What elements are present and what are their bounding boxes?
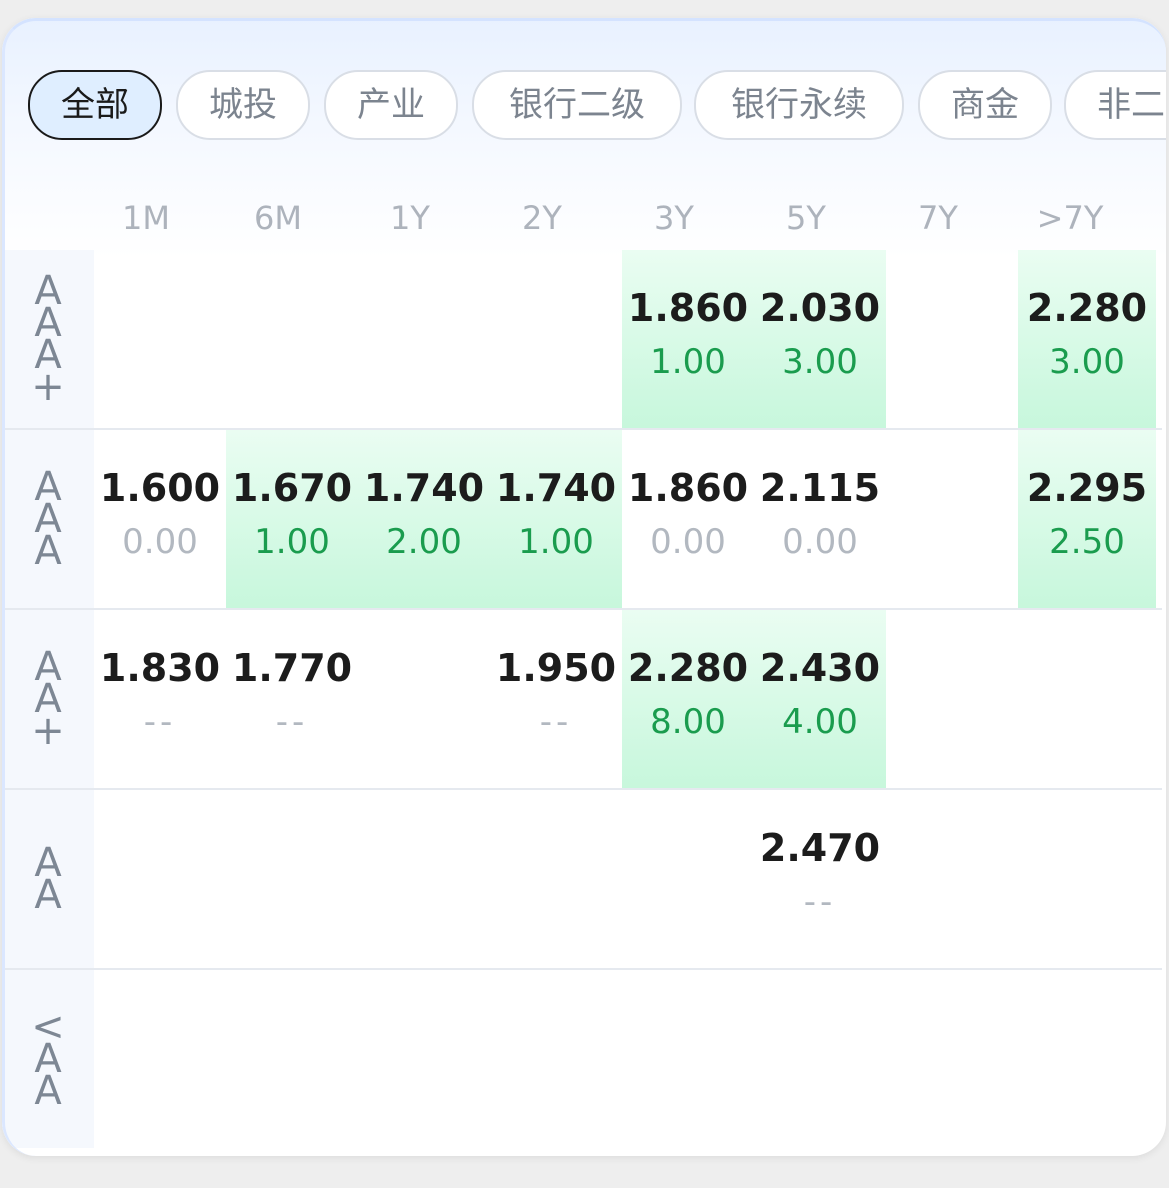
yield-rate: 1.860 bbox=[627, 466, 749, 510]
yield-cell bbox=[490, 250, 622, 428]
rating-label-text: A A bbox=[34, 840, 62, 918]
trade-volume: 3.00 bbox=[782, 342, 858, 382]
yield-cell[interactable]: 1.740 2.00 bbox=[358, 430, 490, 608]
yield-cell bbox=[490, 970, 622, 1148]
yield-rate: 2.295 bbox=[1026, 466, 1148, 510]
yield-cell bbox=[94, 250, 226, 428]
yield-cell bbox=[622, 790, 754, 968]
category-tabs: 全部 城投 产业 银行二级 银行永续 商金 非二 bbox=[28, 70, 1166, 140]
yield-cell bbox=[754, 970, 886, 1148]
trade-volume: 0.00 bbox=[782, 522, 858, 562]
tab-5[interactable]: 商金 bbox=[918, 70, 1052, 140]
yield-rate: 1.740 bbox=[363, 466, 485, 510]
yield-cell[interactable]: 2.430 4.00 bbox=[754, 610, 886, 788]
tab-2[interactable]: 产业 bbox=[324, 70, 458, 140]
column-header-0: 1M bbox=[122, 199, 170, 237]
yield-rate: 2.115 bbox=[759, 466, 881, 510]
yield-cell[interactable]: 1.860 0.00 bbox=[622, 430, 754, 608]
yield-rate: 1.860 bbox=[627, 286, 749, 330]
column-header-7: >7Y bbox=[1036, 199, 1104, 237]
yield-rate: 1.670 bbox=[231, 466, 353, 510]
rating-label: A A bbox=[2, 790, 94, 968]
yield-cell bbox=[886, 610, 1018, 788]
column-header-4: 3Y bbox=[654, 199, 694, 237]
yield-cell bbox=[94, 790, 226, 968]
column-header-2: 1Y bbox=[390, 199, 430, 237]
yield-cell bbox=[226, 250, 358, 428]
yield-rate: 2.280 bbox=[627, 646, 749, 690]
trade-volume: -- bbox=[803, 882, 837, 922]
yield-cell bbox=[358, 790, 490, 968]
rating-label-text: A A A bbox=[34, 464, 62, 574]
yield-cell[interactable]: 1.740 1.00 bbox=[490, 430, 622, 608]
yield-cell[interactable]: 1.600 0.00 bbox=[94, 430, 226, 608]
yield-cell bbox=[226, 790, 358, 968]
yield-cell[interactable]: 1.860 1.00 bbox=[622, 250, 754, 428]
trade-volume: 8.00 bbox=[650, 702, 726, 742]
yield-cell bbox=[886, 430, 1018, 608]
column-header-1: 6M bbox=[254, 199, 302, 237]
yield-rate: 2.430 bbox=[759, 646, 881, 690]
tab-4[interactable]: 银行永续 bbox=[694, 70, 904, 140]
yield-cell bbox=[886, 790, 1018, 968]
trade-volume: 1.00 bbox=[254, 522, 330, 562]
yield-cell[interactable]: 1.770 -- bbox=[226, 610, 358, 788]
yield-cell[interactable]: 2.295 2.50 bbox=[1018, 430, 1156, 608]
trade-volume: 1.00 bbox=[518, 522, 594, 562]
trade-volume: 2.50 bbox=[1049, 522, 1125, 562]
yield-cell[interactable]: 2.030 3.00 bbox=[754, 250, 886, 428]
yield-rate: 1.740 bbox=[495, 466, 617, 510]
yield-cell[interactable]: 1.830 -- bbox=[94, 610, 226, 788]
yield-cell bbox=[358, 970, 490, 1148]
yield-rate: 1.600 bbox=[99, 466, 221, 510]
rating-label-text: < A A bbox=[31, 1004, 65, 1114]
trade-volume: 3.00 bbox=[1049, 342, 1125, 382]
yield-cell[interactable]: 1.670 1.00 bbox=[226, 430, 358, 608]
trade-volume: 1.00 bbox=[650, 342, 726, 382]
trade-volume: -- bbox=[275, 702, 309, 742]
yield-cell bbox=[886, 250, 1018, 428]
yield-cell[interactable]: 2.280 3.00 bbox=[1018, 250, 1156, 428]
yield-cell bbox=[622, 970, 754, 1148]
yield-cell bbox=[886, 970, 1018, 1148]
trade-volume: -- bbox=[539, 702, 573, 742]
yield-rate: 2.030 bbox=[759, 286, 881, 330]
tab-0[interactable]: 全部 bbox=[28, 70, 162, 140]
rating-label: A A A bbox=[2, 430, 94, 608]
yield-rate: 1.830 bbox=[99, 646, 221, 690]
trade-volume: 0.00 bbox=[122, 522, 198, 562]
rating-label: < A A bbox=[2, 970, 94, 1148]
yield-cell[interactable]: 2.115 0.00 bbox=[754, 430, 886, 608]
yield-rate: 1.950 bbox=[495, 646, 617, 690]
yield-cell[interactable]: 2.280 8.00 bbox=[622, 610, 754, 788]
yield-rate: 2.280 bbox=[1026, 286, 1148, 330]
trade-volume: 0.00 bbox=[650, 522, 726, 562]
yield-cell[interactable]: 2.470 -- bbox=[754, 790, 886, 968]
yield-cell bbox=[94, 970, 226, 1148]
yield-cell bbox=[358, 610, 490, 788]
tab-6[interactable]: 非二 bbox=[1064, 70, 1166, 140]
trade-volume: 2.00 bbox=[386, 522, 462, 562]
yield-cell bbox=[490, 790, 622, 968]
yield-rate: 2.470 bbox=[759, 826, 881, 870]
tab-1[interactable]: 城投 bbox=[176, 70, 310, 140]
yield-cell bbox=[226, 970, 358, 1148]
column-header-3: 2Y bbox=[522, 199, 562, 237]
yield-cell bbox=[1018, 790, 1156, 968]
rating-label-text: A A + bbox=[31, 644, 65, 754]
trade-volume: -- bbox=[143, 702, 177, 742]
yield-cell bbox=[1018, 970, 1156, 1148]
rating-label: A A + bbox=[2, 610, 94, 788]
yield-cell bbox=[1018, 610, 1156, 788]
trade-volume: 4.00 bbox=[782, 702, 858, 742]
yield-cell bbox=[358, 250, 490, 428]
column-header-6: 7Y bbox=[918, 199, 958, 237]
rating-label: A A A + bbox=[2, 250, 94, 428]
yield-cell[interactable]: 1.950 -- bbox=[490, 610, 622, 788]
yield-rate: 1.770 bbox=[231, 646, 353, 690]
yield-matrix-card: 全部 城投 产业 银行二级 银行永续 商金 非二 1M 6M 1Y 2Y 3Y 5Y 7Y >7Y A A … bbox=[2, 18, 1166, 1156]
tab-3[interactable]: 银行二级 bbox=[472, 70, 682, 140]
rating-label-text: A A A + bbox=[31, 268, 65, 410]
column-header-5: 5Y bbox=[786, 199, 826, 237]
